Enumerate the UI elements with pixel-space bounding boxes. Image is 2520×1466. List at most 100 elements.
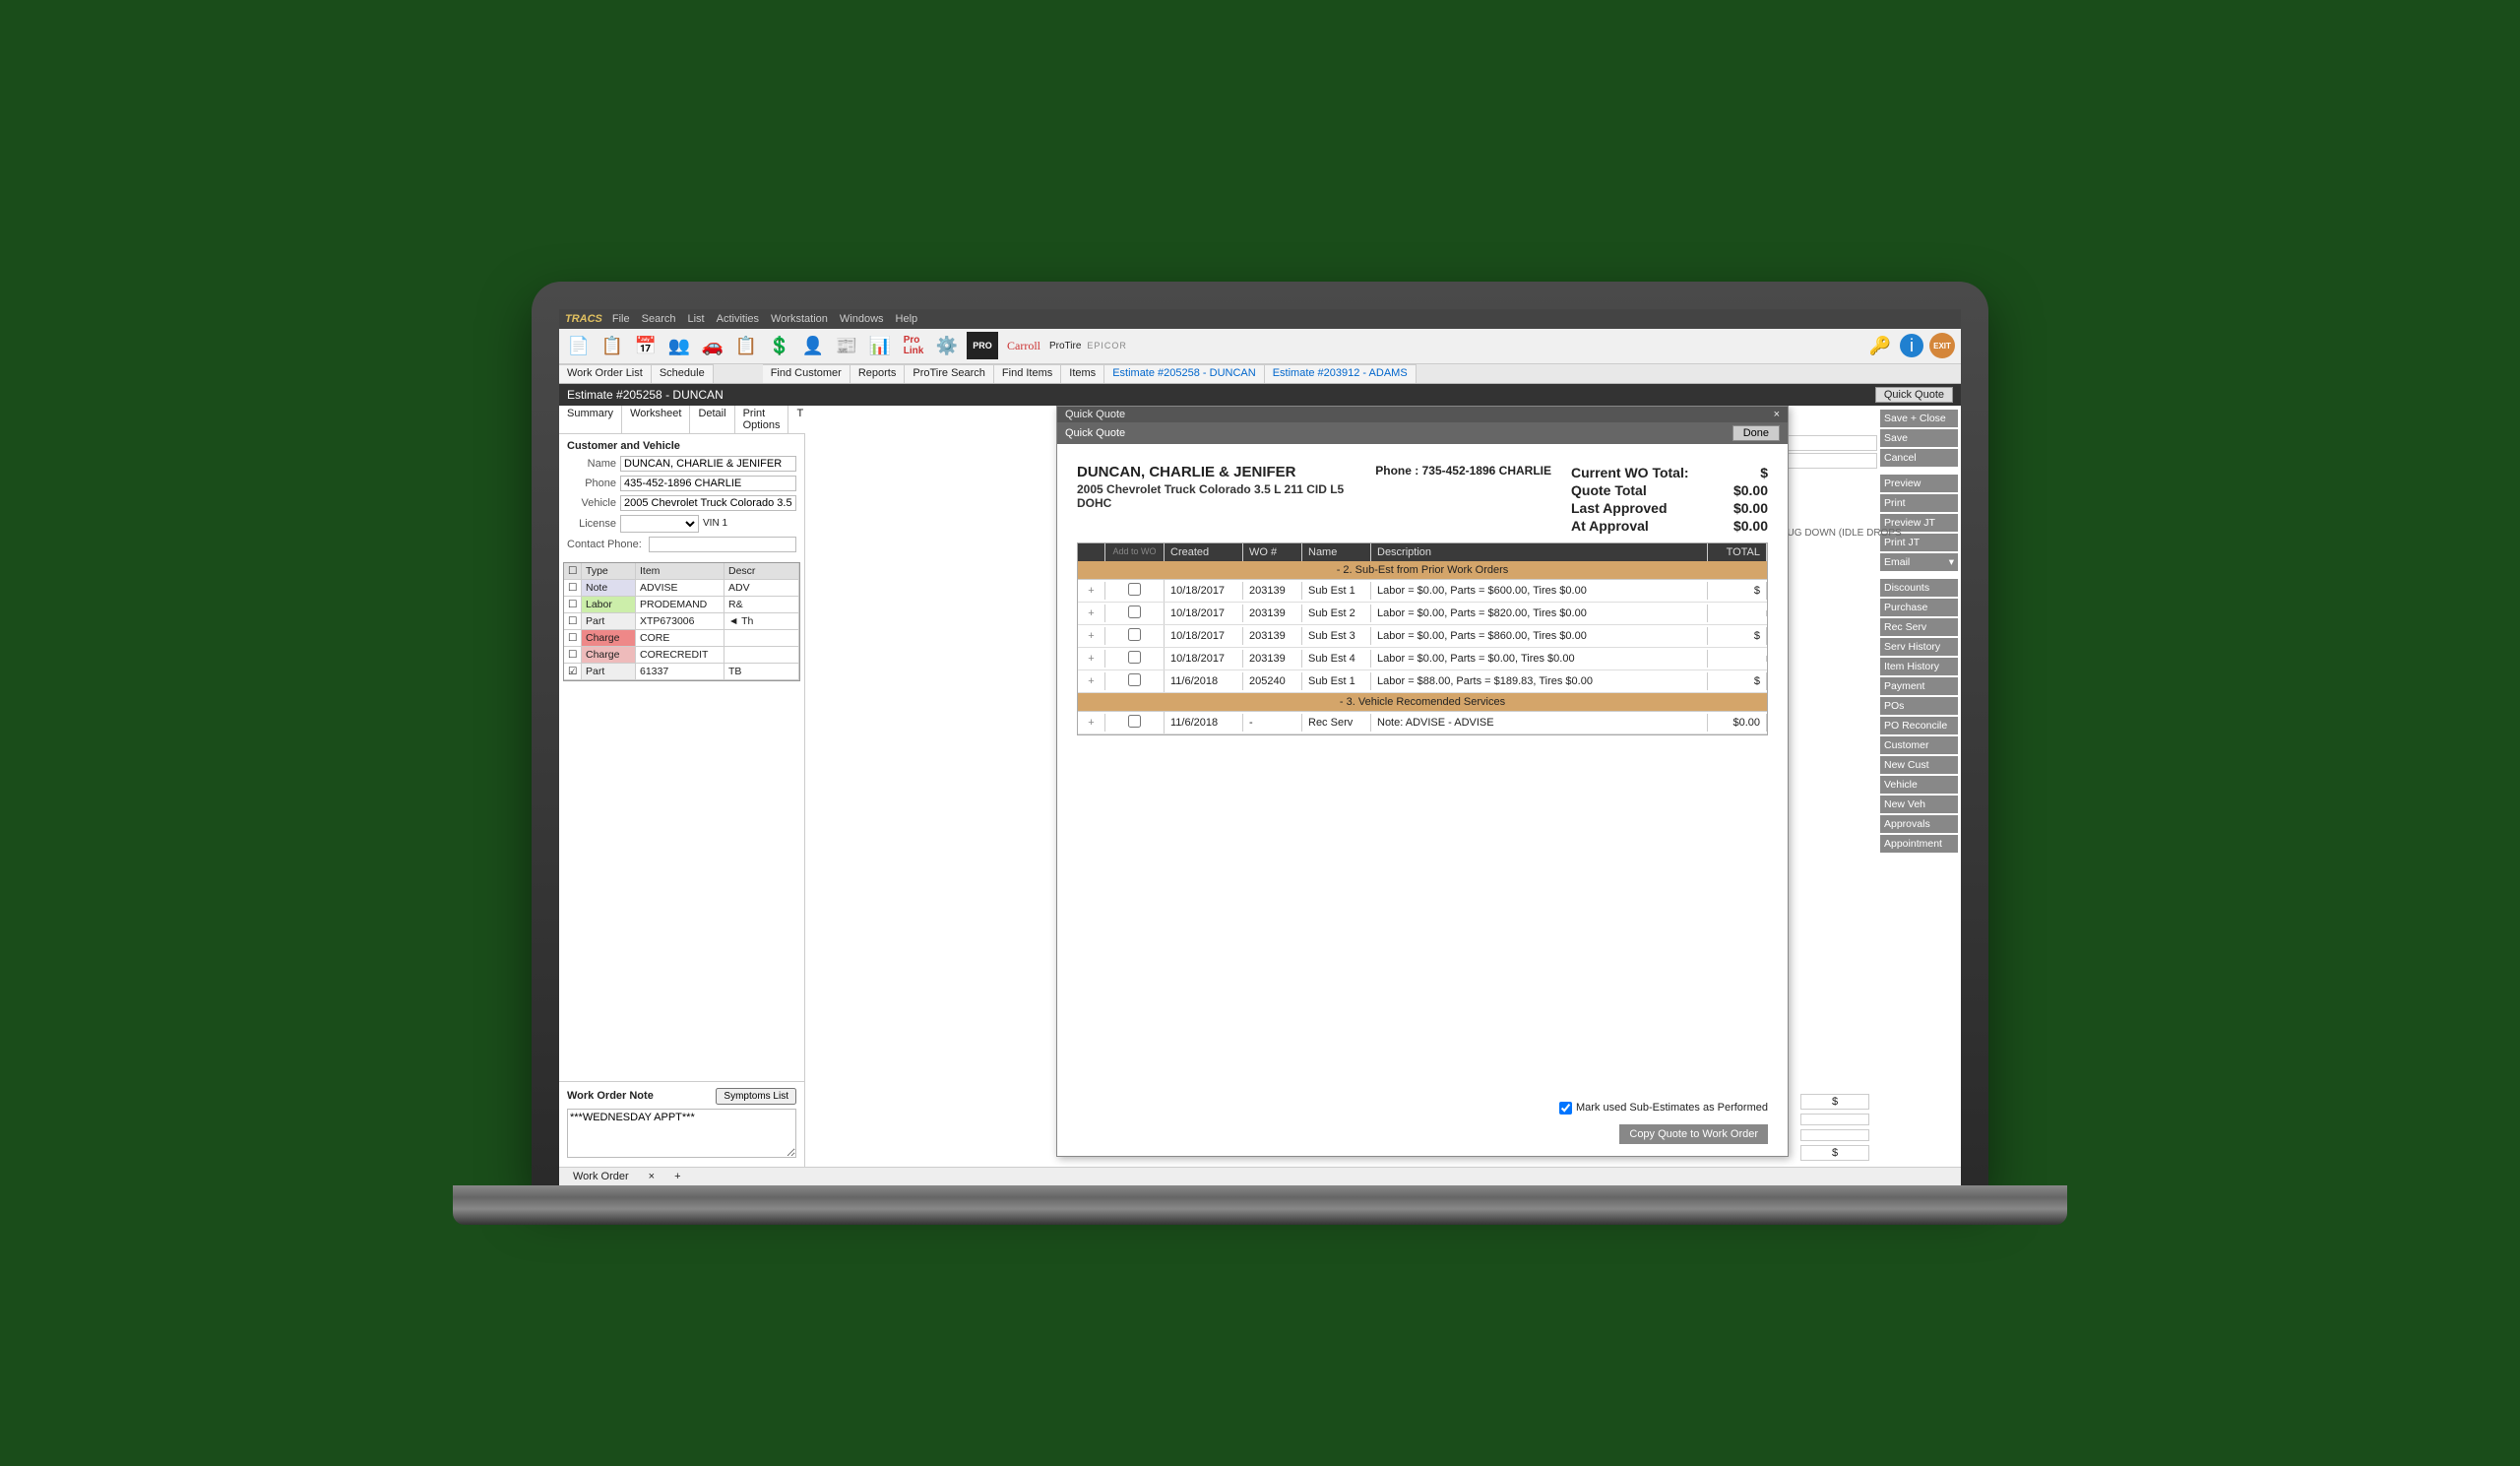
people-icon[interactable]: 👥 — [665, 332, 693, 359]
name-field[interactable] — [620, 456, 796, 472]
menu-list[interactable]: List — [687, 313, 704, 325]
done-button[interactable]: Done — [1732, 425, 1780, 441]
quote-row[interactable]: +10/18/2017203139Sub Est 1Labor = $0.00,… — [1078, 580, 1767, 603]
action-save-close[interactable]: Save + Close — [1880, 410, 1958, 427]
carroll-icon[interactable]: Carroll — [1004, 332, 1043, 359]
tab-4[interactable]: ProTire Search — [905, 364, 994, 383]
prolink-icon[interactable]: ProLink — [900, 332, 927, 359]
item-row[interactable]: ☐NoteADVISEADV — [564, 580, 799, 597]
tab-8[interactable]: Estimate #203912 - ADAMS — [1265, 364, 1417, 383]
tab-5[interactable]: Find Items — [994, 364, 1061, 383]
tab-3[interactable]: Reports — [850, 364, 906, 383]
pro-icon[interactable]: PRO — [967, 332, 998, 359]
modal-title: Quick Quote — [1065, 409, 1125, 420]
item-row[interactable]: ☐LaborPRODEMANDR& — [564, 597, 799, 613]
clipboard2-icon[interactable]: 📋 — [732, 332, 760, 359]
action-discounts[interactable]: Discounts — [1880, 579, 1958, 597]
action-purchase[interactable]: Purchase — [1880, 599, 1958, 616]
wo-note-text[interactable]: ***WEDNESDAY APPT*** — [567, 1109, 796, 1158]
action-preview[interactable]: Preview — [1880, 475, 1958, 492]
subtab-print options[interactable]: Print Options — [735, 406, 789, 433]
action-email[interactable]: Email — [1880, 553, 1958, 571]
vin-label: VIN 1 — [703, 518, 727, 529]
bottom-tabbar: Work Order × + — [559, 1167, 1961, 1185]
action-approvals[interactable]: Approvals — [1880, 815, 1958, 833]
contact-field[interactable] — [649, 537, 796, 552]
chart-icon[interactable]: 📊 — [866, 332, 894, 359]
action-pos[interactable]: POs — [1880, 697, 1958, 715]
action-new-veh[interactable]: New Veh — [1880, 796, 1958, 813]
section-rec-serv[interactable]: - 3. Vehicle Recomended Services — [1078, 693, 1767, 712]
vehicle-label: Vehicle — [567, 497, 616, 509]
action-payment[interactable]: Payment — [1880, 677, 1958, 695]
quote-row[interactable]: +11/6/2018205240Sub Est 1Labor = $88.00,… — [1078, 670, 1767, 693]
license-label: License — [567, 518, 616, 530]
action-new-cust[interactable]: New Cust — [1880, 756, 1958, 774]
quote-row[interactable]: +10/18/2017203139Sub Est 2Labor = $0.00,… — [1078, 603, 1767, 625]
window-titlebar: TRACS FileSearchListActivitiesWorkstatio… — [559, 309, 1961, 329]
customer-vehicle-heading: Customer and Vehicle — [567, 440, 796, 452]
header-strip: Estimate #205258 - DUNCAN Quick Quote — [559, 384, 1961, 406]
action-serv-history[interactable]: Serv History — [1880, 638, 1958, 656]
phone-field[interactable] — [620, 476, 796, 491]
calendar-icon[interactable]: 📅 — [632, 332, 660, 359]
car-icon[interactable]: 🚗 — [699, 332, 726, 359]
info-icon[interactable]: i — [1900, 334, 1923, 357]
bottom-tab-close-icon[interactable]: × — [643, 1170, 661, 1183]
action-appointment[interactable]: Appointment — [1880, 835, 1958, 853]
menu-windows[interactable]: Windows — [840, 313, 884, 325]
bottom-tab-workorder[interactable]: Work Order — [567, 1170, 635, 1183]
tab-2[interactable]: Find Customer — [763, 364, 850, 383]
mark-performed-check[interactable]: Mark used Sub-Estimates as Performed — [1559, 1102, 1768, 1115]
menu-search[interactable]: Search — [642, 313, 676, 325]
quote-row[interactable]: +10/18/2017203139Sub Est 4Labor = $0.00,… — [1078, 648, 1767, 670]
exit-icon[interactable]: EXIT — [1929, 333, 1955, 358]
action-customer[interactable]: Customer — [1880, 736, 1958, 754]
person-icon[interactable]: 👤 — [799, 332, 827, 359]
vehicle-field[interactable] — [620, 495, 796, 511]
estimate-title: Estimate #205258 - DUNCAN — [567, 388, 1875, 402]
item-row[interactable]: ☐ChargeCORE — [564, 630, 799, 647]
item-row[interactable]: ☐ChargeCORECREDIT — [564, 647, 799, 664]
action-vehicle[interactable]: Vehicle — [1880, 776, 1958, 794]
quote-row[interactable]: +11/6/2018-Rec ServNote: ADVISE - ADVISE… — [1078, 712, 1767, 734]
menu-help[interactable]: Help — [896, 313, 918, 325]
bottom-tab-add-icon[interactable]: + — [668, 1170, 686, 1183]
menu-activities[interactable]: Activities — [717, 313, 759, 325]
subtab-summary[interactable]: Summary — [559, 406, 622, 433]
tab-6[interactable]: Items — [1061, 364, 1104, 383]
gear-icon[interactable]: ⚙️ — [933, 332, 961, 359]
license-select[interactable] — [620, 515, 699, 533]
item-row[interactable]: ☐PartXTP673006◄ Th — [564, 613, 799, 630]
main-toolbar: 📄 📋 📅 👥 🚗 📋 💲 👤 📰 📊 ProLink ⚙️ PRO Carro… — [559, 329, 1961, 364]
close-icon[interactable]: × — [1774, 409, 1780, 420]
action-print[interactable]: Print — [1880, 494, 1958, 512]
quick-quote-button[interactable]: Quick Quote — [1875, 387, 1953, 403]
report-icon[interactable]: 📰 — [833, 332, 860, 359]
menu-workstation[interactable]: Workstation — [771, 313, 828, 325]
document-tabs: Work Order ListSchedule Find CustomerRepo… — [559, 364, 1961, 384]
copy-quote-button[interactable]: Copy Quote to Work Order — [1619, 1124, 1768, 1144]
section-sub-est[interactable]: - 2. Sub-Est from Prior Work Orders — [1078, 561, 1767, 580]
menu-file[interactable]: File — [612, 313, 630, 325]
action-save[interactable]: Save — [1880, 429, 1958, 447]
item-row[interactable]: ☑Part61337TB — [564, 664, 799, 680]
subtab-detail[interactable]: Detail — [690, 406, 734, 433]
money-icon[interactable]: 💲 — [766, 332, 793, 359]
key-icon[interactable]: 🔑 — [1866, 332, 1894, 359]
action-po-reconcile[interactable]: PO Reconcile — [1880, 717, 1958, 734]
document-icon[interactable]: 📄 — [565, 332, 593, 359]
action-rec-serv[interactable]: Rec Serv — [1880, 618, 1958, 636]
action-cancel[interactable]: Cancel — [1880, 449, 1958, 467]
symptoms-list-button[interactable]: Symptoms List — [716, 1088, 796, 1105]
quote-grid: Add to WO Created WO # Name Description … — [1077, 542, 1768, 735]
tab-0[interactable]: Work Order List — [559, 364, 652, 383]
action-item-history[interactable]: Item History — [1880, 658, 1958, 675]
tab-7[interactable]: Estimate #205258 - DUNCAN — [1104, 364, 1265, 383]
tab-1[interactable]: Schedule — [652, 364, 714, 383]
quote-row[interactable]: +10/18/2017203139Sub Est 3Labor = $0.00,… — [1078, 625, 1767, 648]
modal-customer-name: DUNCAN, CHARLIE & JENIFER — [1077, 464, 1355, 480]
phone-label: Phone — [567, 478, 616, 489]
subtab-worksheet[interactable]: Worksheet — [622, 406, 690, 433]
clipboard-icon[interactable]: 📋 — [598, 332, 626, 359]
